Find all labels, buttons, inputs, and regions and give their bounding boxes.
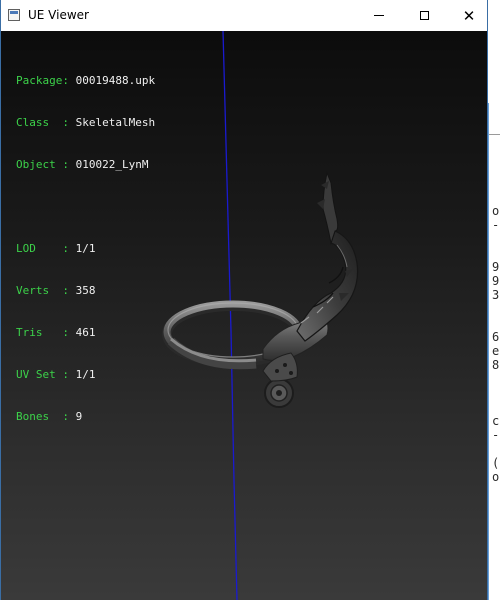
info-label: Tris : (16, 326, 76, 339)
info-row-package: Package: 00019488.upk (16, 74, 155, 88)
info-row-bones: Bones : 9 (16, 410, 155, 424)
background-text-fragment: 6 (492, 330, 500, 344)
close-icon: ✕ (462, 6, 476, 25)
mesh-info-panel: Package: 00019488.upk Class : SkeletalMe… (16, 46, 155, 452)
app-icon[interactable] (8, 9, 20, 21)
info-label: Verts : (16, 284, 76, 297)
info-value: 00019488.upk (75, 74, 156, 87)
info-row-tris: Tris : 461 (16, 326, 155, 340)
info-value: 1/1 (75, 242, 96, 255)
info-value: SkeletalMesh (75, 116, 156, 129)
title-bar[interactable]: UE Viewer ✕ (1, 0, 487, 31)
window-title: UE Viewer (28, 8, 89, 22)
info-row-verts: Verts : 358 (16, 284, 155, 298)
minimize-icon (374, 15, 384, 16)
info-label: Package: (16, 74, 76, 87)
info-label: Class : (16, 116, 76, 129)
ue-viewer-window: UE Viewer ✕ Package: 00019488.upk Class … (0, 0, 488, 600)
background-text-fragment: ( (492, 456, 500, 470)
info-label: LOD : (16, 242, 76, 255)
maximize-button[interactable] (401, 0, 447, 31)
info-row-uv-set: UV Set : 1/1 (16, 368, 155, 382)
background-text-fragment: - (492, 428, 500, 442)
background-window[interactable]: o - 9 9 3 6 e 8 c - ( o (488, 0, 500, 600)
info-label: Bones : (16, 410, 76, 423)
info-label: Object : (16, 158, 76, 171)
close-button[interactable]: ✕ (446, 0, 492, 31)
background-text-fragment: 9 (492, 260, 500, 274)
info-value: 1/1 (75, 368, 96, 381)
background-text-fragment: e (492, 344, 500, 358)
3d-viewport[interactable]: Package: 00019488.upk Class : SkeletalMe… (1, 31, 487, 600)
background-window-bar (488, 103, 500, 135)
background-text-fragment: c (492, 414, 500, 428)
background-window-edge (488, 103, 489, 600)
maximize-icon (419, 11, 429, 20)
info-row-lod: LOD : 1/1 (16, 242, 155, 256)
info-value: 010022_LynM (75, 158, 149, 171)
background-text-fragment: o (492, 204, 500, 218)
info-row-class: Class : SkeletalMesh (16, 116, 155, 130)
background-text-fragment: - (492, 218, 500, 232)
info-value: 9 (75, 410, 83, 423)
minimize-button[interactable] (356, 0, 402, 31)
info-label: UV Set : (16, 368, 76, 381)
background-text-fragment: o (492, 470, 500, 484)
info-row-object: Object : 010022_LynM (16, 158, 155, 172)
background-text-fragment: 8 (492, 358, 500, 372)
info-value: 358 (75, 284, 96, 297)
background-text-fragment: 9 (492, 274, 500, 288)
background-text-fragment: 3 (492, 288, 500, 302)
info-value: 461 (75, 326, 96, 339)
